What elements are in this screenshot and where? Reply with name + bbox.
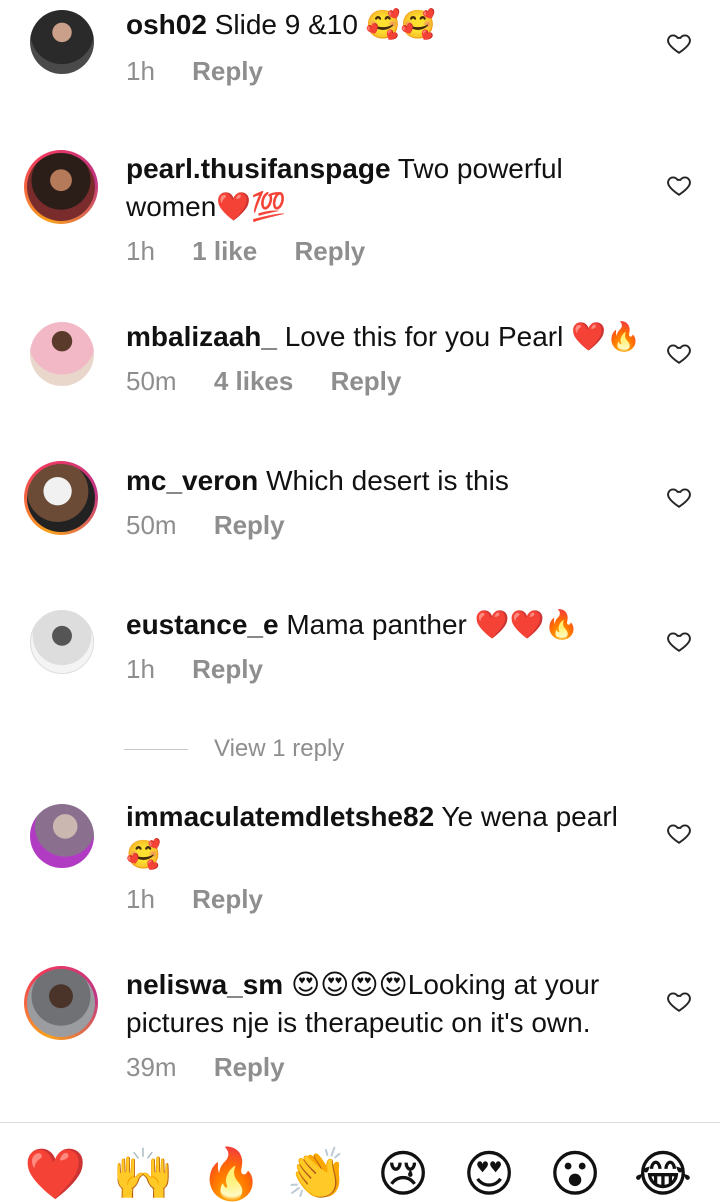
emoji-fire[interactable]: 🔥 [200,1146,262,1202]
comment-time: 50m [126,366,177,396]
emoji-raising-hands[interactable]: 🙌 [112,1146,174,1202]
likes-count[interactable]: 4 likes [214,366,294,396]
heart-outline-icon[interactable] [666,988,692,1014]
quick-emoji-bar: ❤️ 🙌 🔥 👏 😢 😍 😮 😂 [0,1140,720,1202]
emoji-red-heart[interactable]: ❤️ [24,1146,86,1202]
heart-outline-icon[interactable] [666,30,692,56]
comment-username[interactable]: neliswa_sm [126,969,283,1000]
view-replies-label[interactable]: View 1 reply [214,735,344,763]
comment-time: 1h [126,236,155,266]
avatar[interactable] [24,966,98,1040]
comment-username[interactable]: mc_veron [126,465,258,496]
avatar[interactable] [24,461,98,535]
comment-time: 1h [126,884,155,914]
comment-text: Which desert is this [266,465,509,496]
reply-button[interactable]: Reply [331,366,402,396]
reply-button[interactable]: Reply [192,56,263,86]
comment-text: Mama panther ❤️❤️🔥 [286,609,580,640]
likes-count[interactable]: 1 like [192,236,257,266]
replies-divider [124,749,188,750]
comment-username[interactable]: osh02 [126,9,207,40]
emoji-bar-divider [0,1122,720,1123]
emoji-surprised-face[interactable]: 😮 [544,1146,606,1202]
avatar[interactable] [24,150,98,224]
comment-username[interactable]: pearl.thusifanspage [126,153,391,184]
comment-text: Love this for you Pearl ❤️🔥 [284,321,641,352]
comment-username[interactable]: mbalizaah_ [126,321,277,352]
heart-outline-icon[interactable] [666,628,692,654]
reply-button[interactable]: Reply [294,236,365,266]
heart-outline-icon[interactable] [666,820,692,846]
comment-text: Slide 9 &10 🥰🥰 [214,9,436,40]
avatar[interactable] [30,322,94,386]
reply-button[interactable]: Reply [192,884,263,914]
heart-outline-icon[interactable] [666,484,692,510]
emoji-heart-eyes[interactable]: 😍 [458,1146,520,1202]
emoji-clapping-hands[interactable]: 👏 [286,1146,348,1202]
heart-outline-icon[interactable] [666,172,692,198]
comment-username[interactable]: immaculatemdletshe82 [126,801,434,832]
comment-time: 1h [126,56,155,86]
reply-button[interactable]: Reply [192,654,263,684]
avatar[interactable] [30,610,94,674]
reply-button[interactable]: Reply [214,510,285,540]
comment-time: 50m [126,510,177,540]
avatar[interactable] [30,10,94,74]
comment-username[interactable]: eustance_e [126,609,279,640]
reply-button[interactable]: Reply [214,1052,285,1082]
comment-time: 39m [126,1052,177,1082]
emoji-crying-face[interactable]: 😢 [372,1146,434,1202]
heart-outline-icon[interactable] [666,340,692,366]
avatar[interactable] [30,804,94,868]
comment-time: 1h [126,654,155,684]
emoji-tears-of-joy[interactable]: 😂 [632,1146,694,1202]
